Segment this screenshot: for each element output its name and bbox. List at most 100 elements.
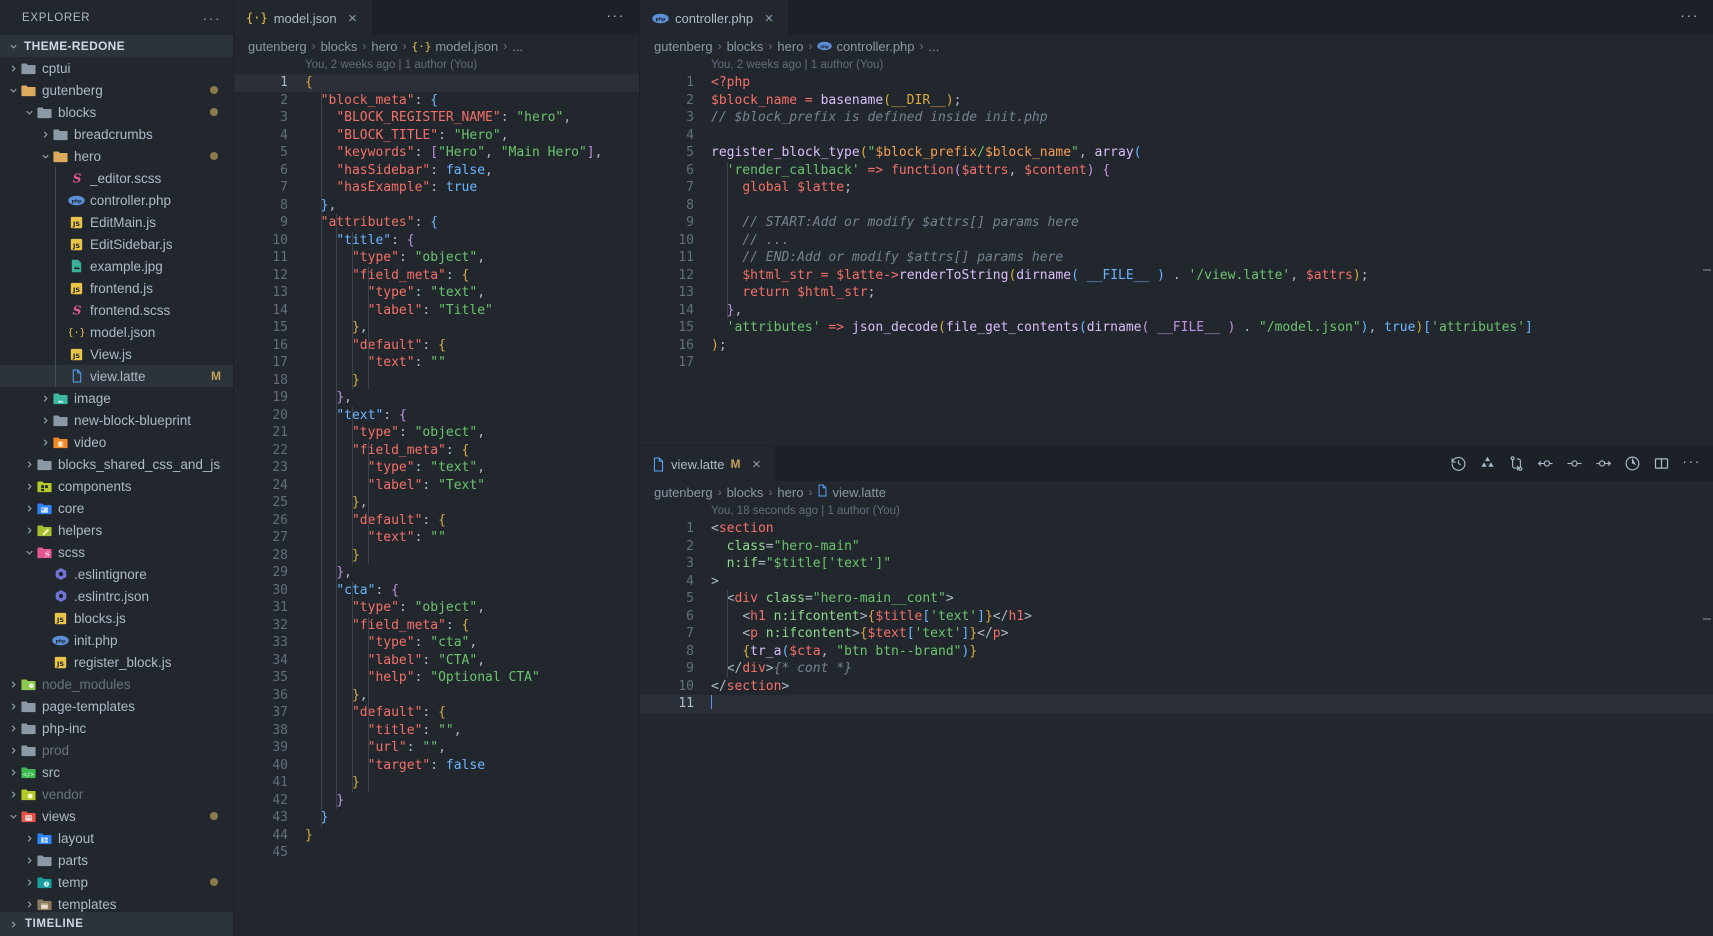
tree-item-init-php[interactable]: phpinit.php xyxy=(0,629,233,651)
code-line[interactable]: 7 global $latte; xyxy=(640,179,1713,197)
current-change-icon[interactable] xyxy=(1566,455,1583,472)
more-actions-icon[interactable]: ··· xyxy=(1682,458,1701,470)
code-line[interactable]: 13 "type": "text", xyxy=(234,284,639,302)
code-line[interactable]: 33 "type": "cta", xyxy=(234,634,639,652)
code-line[interactable]: 39 "url": "", xyxy=(234,739,639,757)
close-icon[interactable]: × xyxy=(345,11,361,26)
tree-item-templates[interactable]: templates xyxy=(0,893,233,912)
tree-item-page-templates[interactable]: page-templates xyxy=(0,695,233,717)
code-content-controller-php[interactable]: 1<?php2$block_name = basename(__DIR__);3… xyxy=(640,74,1713,372)
workspace-root-row[interactable]: THEME-REDONE xyxy=(0,35,233,57)
code-line[interactable]: 7 "hasExample": true xyxy=(234,179,639,197)
code-line[interactable]: 16 "default": { xyxy=(234,337,639,355)
code-line[interactable]: 8 {tr_a($cta, "btn btn--brand")} xyxy=(640,643,1713,661)
code-line[interactable]: 4 xyxy=(640,127,1713,145)
code-line[interactable]: 35 "help": "Optional CTA" xyxy=(234,669,639,687)
code-line[interactable]: 8 }, xyxy=(234,197,639,215)
tree-item-components[interactable]: components xyxy=(0,475,233,497)
previous-change-icon[interactable] xyxy=(1537,455,1554,472)
tree-item-blocks[interactable]: blocks xyxy=(0,101,233,123)
tab-view-latte[interactable]: view.latte M × xyxy=(640,446,775,481)
code-line[interactable]: 24 "label": "Text" xyxy=(234,477,639,495)
code-content-model-json[interactable]: 1{2 "block_meta": {3 "BLOCK_REGISTER_NAM… xyxy=(234,74,639,862)
code-area-controller-php[interactable]: You, 2 weeks ago | 1 author (You) 1<?php… xyxy=(640,57,1713,445)
code-line[interactable]: 44} xyxy=(234,827,639,845)
code-line[interactable]: 25 }, xyxy=(234,494,639,512)
tree-item-gutenberg[interactable]: gutenberg xyxy=(0,79,233,101)
code-line[interactable]: 27 "text": "" xyxy=(234,529,639,547)
code-area-view-latte[interactable]: You, 18 seconds ago | 1 author (You) 1<s… xyxy=(640,503,1713,936)
file-tree[interactable]: cptuigutenbergblocksbreadcrumbsheroS_edi… xyxy=(0,57,233,912)
code-line[interactable]: 36 }, xyxy=(234,687,639,705)
git-compare-icon[interactable] xyxy=(1508,455,1525,472)
tree-item-model-json[interactable]: {·}model.json xyxy=(0,321,233,343)
tree-item-layout[interactable]: layout xyxy=(0,827,233,849)
tree-item-image[interactable]: image xyxy=(0,387,233,409)
code-line[interactable]: 11 xyxy=(640,695,1713,713)
code-line[interactable]: 5register_block_type("$block_prefix/$blo… xyxy=(640,144,1713,162)
tree-item-helpers[interactable]: helpers xyxy=(0,519,233,541)
stage-change-icon[interactable] xyxy=(1624,455,1641,472)
next-change-icon[interactable] xyxy=(1595,455,1612,472)
breadcrumb-item[interactable]: ... xyxy=(929,39,940,54)
breadcrumb-item[interactable]: gutenberg xyxy=(248,39,307,54)
code-line[interactable]: 11 // END:Add or modify $attrs[] params … xyxy=(640,249,1713,267)
code-line[interactable]: 9 "attributes": { xyxy=(234,214,639,232)
breadcrumb-left[interactable]: gutenberg›blocks›hero›{·}model.json›... xyxy=(234,35,639,57)
tree-item-node-modules[interactable]: node_modules xyxy=(0,673,233,695)
breadcrumb-item[interactable]: hero xyxy=(777,39,803,54)
code-line[interactable]: 19 }, xyxy=(234,389,639,407)
tree-item-blocks-js[interactable]: JSblocks.js xyxy=(0,607,233,629)
code-content-view-latte[interactable]: 1<section2 class="hero-main"3 n:if="$tit… xyxy=(640,520,1713,713)
breadcrumb-bottom-right[interactable]: gutenberg›blocks›hero›view.latte xyxy=(640,481,1713,503)
code-line[interactable]: 3 n:if="$title['text']" xyxy=(640,555,1713,573)
code-line[interactable]: 18 } xyxy=(234,372,639,390)
code-line[interactable]: 30 "cta": { xyxy=(234,582,639,600)
close-icon[interactable]: × xyxy=(761,11,777,26)
code-line[interactable]: 22 "field_meta": { xyxy=(234,442,639,460)
code-line[interactable]: 45 xyxy=(234,844,639,862)
code-line[interactable]: 9 // START:Add or modify $attrs[] params… xyxy=(640,214,1713,232)
code-line[interactable]: 23 "type": "text", xyxy=(234,459,639,477)
tree-item-scss[interactable]: Sscss xyxy=(0,541,233,563)
sync-refresh-icon[interactable] xyxy=(1479,455,1496,472)
tree-item-php-inc[interactable]: php-inc xyxy=(0,717,233,739)
breadcrumb-item[interactable]: ... xyxy=(512,39,523,54)
code-line[interactable]: 7 <p n:ifcontent>{$text['text']}</p> xyxy=(640,625,1713,643)
code-line[interactable]: 5 <div class="hero-main__cont"> xyxy=(640,590,1713,608)
tree-item-breadcrumbs[interactable]: breadcrumbs xyxy=(0,123,233,145)
code-area-model-json[interactable]: You, 2 weeks ago | 1 author (You) 1{2 "b… xyxy=(234,57,639,936)
code-line[interactable]: 28 } xyxy=(234,547,639,565)
tree-item-parts[interactable]: parts xyxy=(0,849,233,871)
code-line[interactable]: 15 }, xyxy=(234,319,639,337)
tree-item-core[interactable]: core xyxy=(0,497,233,519)
code-line[interactable]: 3 "BLOCK_REGISTER_NAME": "hero", xyxy=(234,109,639,127)
tree-item-controller-php[interactable]: phpcontroller.php xyxy=(0,189,233,211)
code-line[interactable]: 2$block_name = basename(__DIR__); xyxy=(640,92,1713,110)
code-line[interactable]: 34 "label": "CTA", xyxy=(234,652,639,670)
code-line[interactable]: 13 return $html_str; xyxy=(640,284,1713,302)
code-line[interactable]: 17 "text": "" xyxy=(234,354,639,372)
tree-item-frontend-js[interactable]: JSfrontend.js xyxy=(0,277,233,299)
code-line[interactable]: 10 // ... xyxy=(640,232,1713,250)
tree-item-prod[interactable]: prod xyxy=(0,739,233,761)
breadcrumb-item[interactable]: hero xyxy=(371,39,397,54)
tree-item-editor-scss[interactable]: S_editor.scss xyxy=(0,167,233,189)
tree-item-frontend-scss[interactable]: Sfrontend.scss xyxy=(0,299,233,321)
code-line[interactable]: 6 'render_callback' => function($attrs, … xyxy=(640,162,1713,180)
tree-item-new-block-blueprint[interactable]: new-block-blueprint xyxy=(0,409,233,431)
code-line[interactable]: 1{ xyxy=(234,74,639,92)
code-line[interactable]: 6 "hasSidebar": false, xyxy=(234,162,639,180)
code-line[interactable]: 8 xyxy=(640,197,1713,215)
tree-item-cptui[interactable]: cptui xyxy=(0,57,233,79)
code-line[interactable]: 3// $block_prefix is defined inside init… xyxy=(640,109,1713,127)
tree-item-hero[interactable]: hero xyxy=(0,145,233,167)
breadcrumb-item[interactable]: blocks xyxy=(727,485,764,500)
code-line[interactable]: 2 class="hero-main" xyxy=(640,538,1713,556)
code-line[interactable]: 11 "type": "object", xyxy=(234,249,639,267)
code-line[interactable]: 40 "target": false xyxy=(234,757,639,775)
history-icon[interactable] xyxy=(1450,455,1467,472)
tab-model-json[interactable]: {·} model.json × xyxy=(234,0,372,35)
code-line[interactable]: 42 } xyxy=(234,792,639,810)
tree-item-views[interactable]: views xyxy=(0,805,233,827)
